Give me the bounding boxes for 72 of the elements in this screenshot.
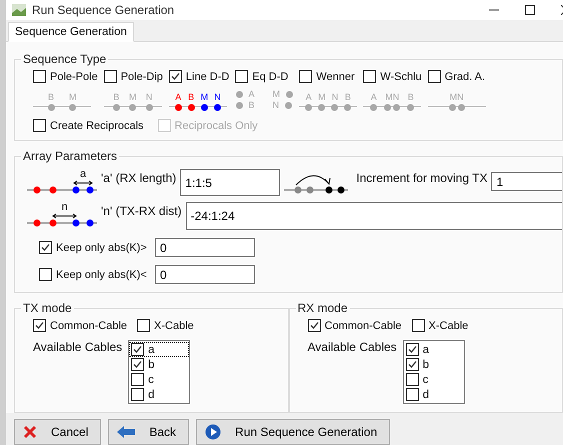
checkbox[interactable]	[168, 70, 182, 83]
checkbox[interactable]	[131, 373, 144, 386]
close-icon	[23, 425, 37, 439]
checkbox[interactable]	[39, 268, 52, 281]
dialog-button[interactable]: Cancel	[14, 419, 102, 445]
move-tx-diagram	[284, 173, 348, 195]
checkbox-label: X-Cable	[154, 320, 194, 332]
input-field[interactable]: 1	[491, 172, 562, 191]
checkbox[interactable]	[412, 319, 425, 332]
checkbox[interactable]	[104, 70, 117, 83]
group-title: Sequence Type	[22, 52, 108, 66]
cables-label: Available Cables	[308, 340, 397, 356]
checkbox[interactable]	[131, 358, 144, 371]
checkbox[interactable]	[137, 319, 150, 332]
checkbox[interactable]	[33, 319, 46, 332]
app-icon	[12, 4, 26, 16]
checkbox[interactable]	[363, 70, 376, 83]
input-field[interactable]: 1:1:5	[180, 169, 280, 196]
checkbox-label: Keep only abs(K)<	[56, 268, 147, 280]
checkbox-label: Keep only abs(K)>	[56, 242, 147, 254]
cable-item[interactable]: a	[404, 342, 464, 357]
input-field[interactable]: -24:1:24	[186, 202, 562, 230]
field-label: 'n' (TX-RX dist)	[101, 203, 182, 218]
input-field[interactable]: 0	[155, 265, 255, 284]
dialog-button[interactable]: Run Sequence Generation	[196, 419, 390, 445]
checkbox-label: Common-Cable	[50, 320, 128, 332]
checkbox-label: Line D-D	[186, 70, 230, 82]
tx-rx-distance-diagram: n	[27, 202, 97, 227]
cable-item[interactable]: d	[129, 387, 190, 402]
checkbox[interactable]	[131, 343, 144, 356]
checkbox[interactable]	[235, 70, 248, 83]
checkbox[interactable]	[39, 241, 52, 254]
left-arrow-icon	[117, 426, 136, 438]
checkbox[interactable]	[308, 319, 320, 332]
cable-item[interactable]: d	[404, 387, 464, 402]
checkbox-label: X-Cable	[428, 320, 468, 332]
checkbox-label: Pole-Pole	[50, 70, 98, 82]
tab[interactable]: Sequence Generation	[8, 22, 134, 42]
checkbox-label: Pole-Dip	[120, 70, 163, 82]
checkbox[interactable]	[131, 388, 144, 401]
checkbox[interactable]	[406, 343, 419, 356]
checkbox[interactable]	[33, 119, 46, 132]
window-title: Run Sequence Generation	[32, 3, 176, 17]
group-title: RX mode	[296, 301, 349, 315]
cable-item[interactable]: c	[404, 372, 464, 387]
play-icon	[205, 424, 222, 440]
checkbox[interactable]	[406, 358, 419, 371]
checkbox-label: Eq D-D	[252, 70, 288, 82]
field-label: Increment for moving TX	[356, 170, 488, 185]
cables-label: Available Cables	[33, 340, 122, 356]
checkbox[interactable]	[428, 70, 441, 83]
checkbox-label: Reciprocals Only	[174, 120, 258, 132]
cable-item[interactable]: b	[404, 357, 464, 372]
checkbox[interactable]	[299, 70, 312, 83]
checkbox-label: Wenner	[316, 70, 355, 82]
checkbox-label: W-Schlu	[380, 70, 422, 82]
group-title: Array Parameters	[22, 149, 118, 163]
cable-item[interactable]: a	[129, 342, 190, 357]
rx-length-diagram: a	[27, 169, 97, 194]
input-field[interactable]: 0	[155, 238, 255, 257]
checkbox[interactable]	[33, 70, 46, 83]
field-label: 'a' (RX length)	[101, 170, 176, 185]
checkbox-label: Create Reciprocals	[50, 120, 144, 132]
checkbox-label: Common-Cable	[324, 320, 402, 332]
group-title: TX mode	[22, 301, 73, 315]
checkbox[interactable]	[406, 373, 419, 386]
dialog-button[interactable]: Back	[108, 419, 190, 445]
checkbox[interactable]	[406, 388, 419, 401]
cable-item[interactable]: b	[129, 357, 190, 372]
cable-item[interactable]: c	[129, 372, 190, 387]
checkbox-label: Grad. A.	[444, 70, 486, 82]
maximize-icon[interactable]	[525, 5, 535, 15]
